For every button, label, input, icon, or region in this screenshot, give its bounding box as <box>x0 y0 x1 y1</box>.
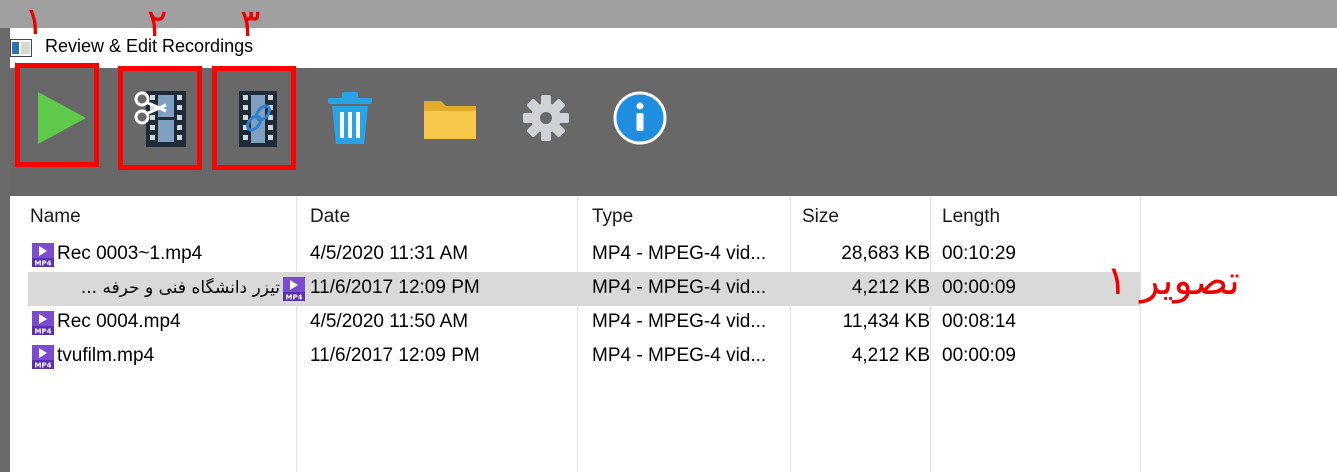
file-date: 4/5/2020 11:31 AM <box>310 243 469 264</box>
svg-text:MP4: MP4 <box>35 362 52 370</box>
annotation-number-1: ١ <box>24 0 45 43</box>
info-button[interactable] <box>600 78 680 158</box>
trash-icon <box>328 92 372 144</box>
svg-text:MP4: MP4 <box>35 260 52 268</box>
title-bar[interactable]: Review & Edit Recordings <box>10 28 1337 68</box>
file-type: MP4 - MPEG-4 vid... <box>592 345 767 366</box>
highlight-box-1 <box>15 63 99 167</box>
window-left-edge <box>0 28 10 472</box>
delete-button[interactable] <box>310 78 390 158</box>
column-header-length[interactable]: Length <box>942 206 1000 228</box>
column-divider <box>1140 196 1141 472</box>
file-name: tvufilm.mp4 <box>57 345 155 366</box>
table-row[interactable]: MP4 Rec 0003~1.mp4 4/5/2020 11:31 AM MP4… <box>28 238 1140 272</box>
file-length: 00:08:14 <box>942 311 1016 332</box>
file-length: 00:00:09 <box>942 277 1016 298</box>
recordings-list[interactable]: Name Date Type Size Length MP4 Rec 0003~… <box>10 196 1337 472</box>
file-size: 11,434 KB <box>842 311 930 332</box>
annotation-number-2: ٢ <box>147 1 168 45</box>
column-header-size[interactable]: Size <box>802 206 839 228</box>
file-date: 4/5/2020 11:50 AM <box>310 311 469 332</box>
image-caption: تصویر ۱ <box>1106 258 1240 304</box>
svg-text:MP4: MP4 <box>286 294 303 302</box>
file-name: Rec 0003~1.mp4 <box>57 243 203 264</box>
file-name: Rec 0004.mp4 <box>57 311 181 332</box>
column-header-date[interactable]: Date <box>310 206 350 228</box>
file-length: 00:10:29 <box>942 243 1016 264</box>
mp4-file-icon: MP4 <box>32 311 54 335</box>
settings-button[interactable] <box>506 78 586 158</box>
table-row-selected[interactable]: MP4 تیزر دانشگاه فنی و حرفه ... 11/6/201… <box>28 272 1140 306</box>
file-size: 4,212 KB <box>851 277 930 298</box>
mp4-file-icon: MP4 <box>283 277 305 301</box>
mp4-file-icon: MP4 <box>32 243 54 267</box>
file-type: MP4 - MPEG-4 vid... <box>592 311 767 332</box>
open-folder-button[interactable] <box>410 78 490 158</box>
file-size: 4,212 KB <box>851 345 930 366</box>
gear-icon <box>523 95 569 141</box>
file-size: 28,683 KB <box>841 243 930 264</box>
highlight-box-2 <box>118 66 202 170</box>
file-type: MP4 - MPEG-4 vid... <box>592 243 767 264</box>
annotation-number-3: ٣ <box>240 1 261 45</box>
column-header-name[interactable]: Name <box>30 206 81 228</box>
review-edit-window: Review & Edit Recordings Name Date Type … <box>10 28 1337 472</box>
mp4-file-icon: MP4 <box>32 345 54 369</box>
column-header-type[interactable]: Type <box>592 206 633 228</box>
file-date: 11/6/2017 12:09 PM <box>310 277 480 298</box>
table-row[interactable]: MP4 tvufilm.mp4 11/6/2017 12:09 PM MP4 -… <box>28 340 1140 374</box>
file-name: تیزر دانشگاه فنی و حرفه ... <box>80 278 280 298</box>
file-length: 00:00:09 <box>942 345 1016 366</box>
toolbar <box>10 68 1337 196</box>
file-date: 11/6/2017 12:09 PM <box>310 345 480 366</box>
file-type: MP4 - MPEG-4 vid... <box>592 277 767 298</box>
info-icon <box>613 91 667 145</box>
svg-text:MP4: MP4 <box>35 328 52 336</box>
highlight-box-3 <box>212 66 296 170</box>
table-row[interactable]: MP4 Rec 0004.mp4 4/5/2020 11:50 AM MP4 -… <box>28 306 1140 340</box>
folder-icon <box>424 101 476 139</box>
